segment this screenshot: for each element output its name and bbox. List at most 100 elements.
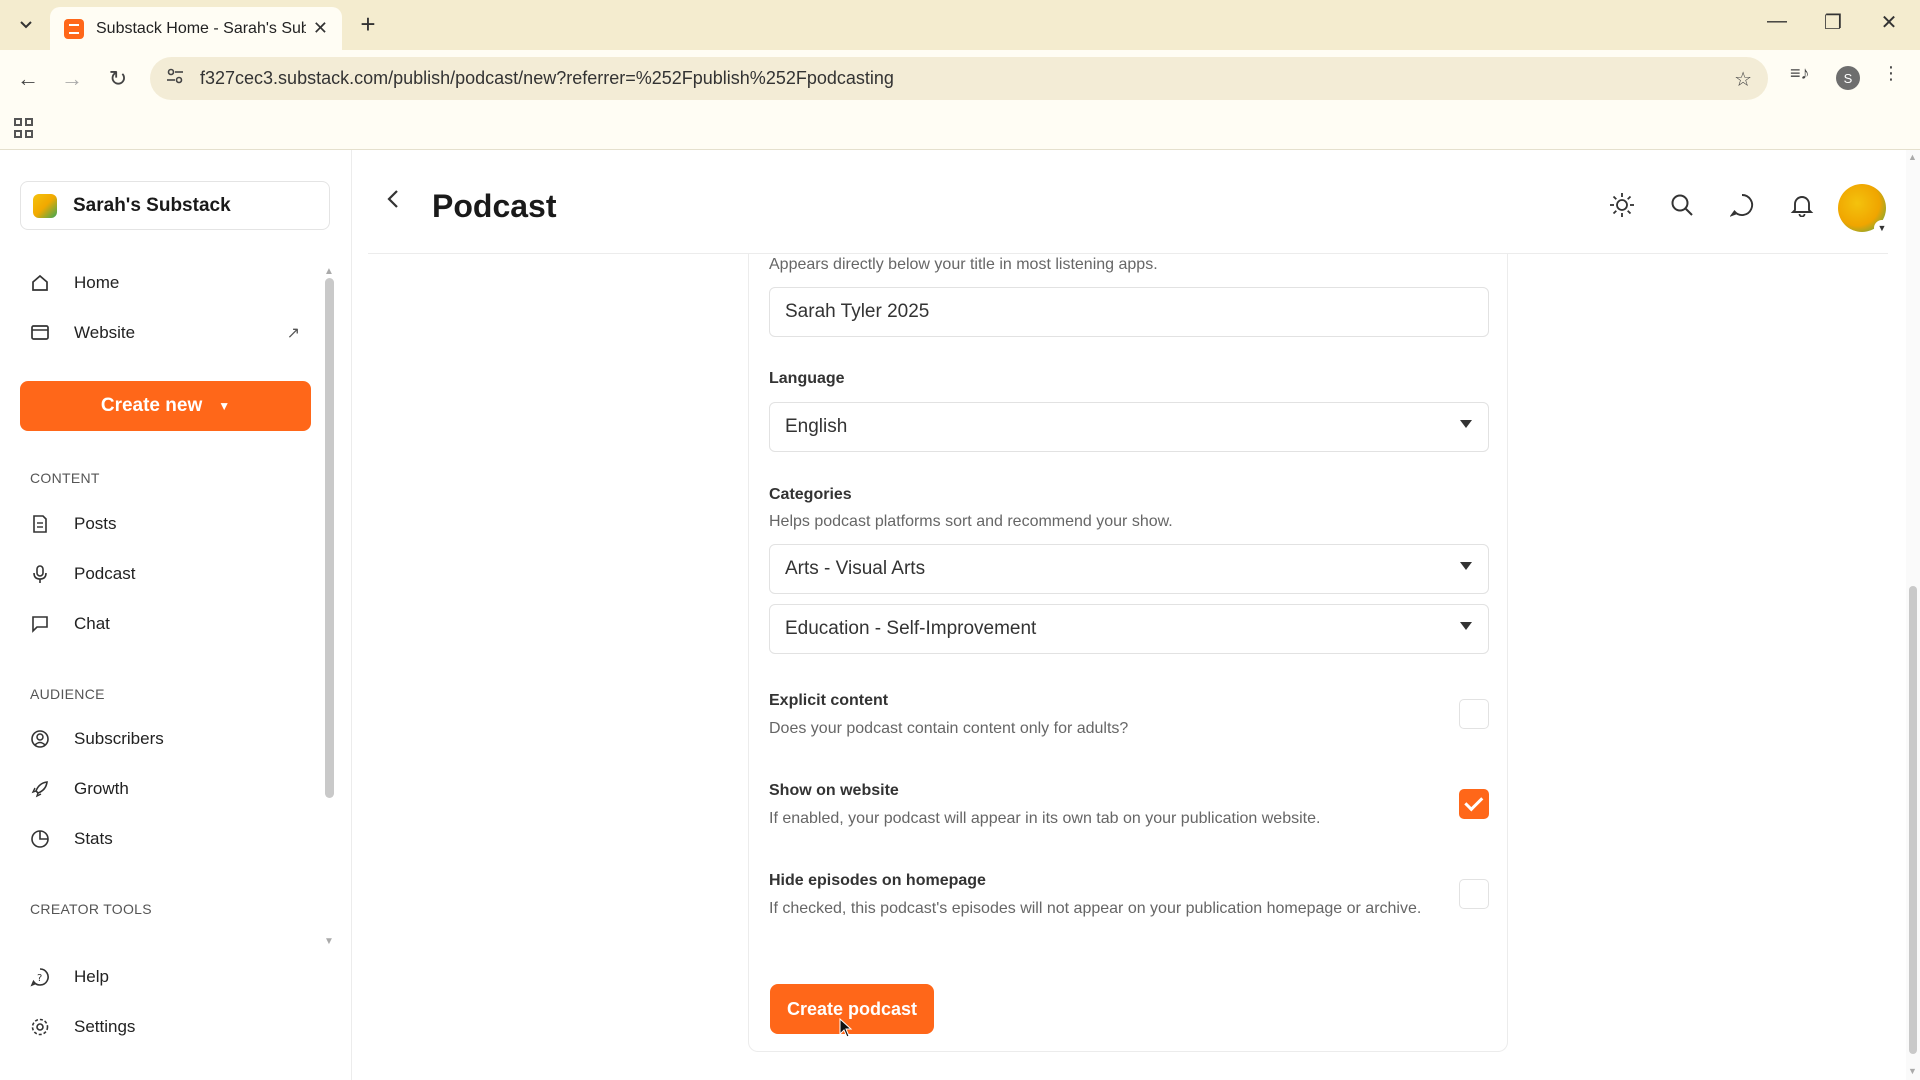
browser-menu-icon[interactable]: ⋮	[1882, 63, 1900, 84]
sidebar-item-label: Stats	[74, 829, 113, 848]
reload-icon[interactable]: ↻	[102, 63, 134, 95]
page-scrollbar[interactable]: ▲ ▼	[1906, 150, 1920, 1080]
bell-icon[interactable]	[1788, 191, 1816, 219]
podcast-form: Appears directly below your title in mos…	[748, 254, 1508, 1052]
explicit-content-label: Explicit content	[769, 692, 889, 709]
hide-episodes-checkbox[interactable]	[1459, 879, 1489, 909]
sidebar-item-settings[interactable]: Settings	[30, 1009, 300, 1045]
back-chevron-icon[interactable]	[386, 188, 400, 217]
page-title: Podcast	[432, 188, 557, 224]
sidebar-item-label: Help	[74, 967, 109, 986]
svg-text:?: ?	[37, 973, 42, 984]
browser-toolbar: ← → ↻ f327cec3.substack.com/publish/podc…	[0, 50, 1920, 108]
show-on-website-checkbox[interactable]	[1459, 789, 1489, 819]
media-control-icon[interactable]: ≡♪	[1790, 63, 1810, 84]
sidebar-item-help[interactable]: ? Help	[30, 959, 300, 995]
sidebar-item-stats[interactable]: Stats	[30, 821, 300, 857]
category-secondary-value: Education - Self-Improvement	[785, 618, 1037, 639]
subscribers-icon	[30, 729, 50, 749]
section-label-audience: AUDIENCE	[30, 686, 105, 702]
search-icon[interactable]	[1668, 191, 1696, 219]
create-podcast-label: Create podcast	[786, 998, 918, 1019]
language-label: Language	[769, 370, 845, 387]
sidebar-item-posts[interactable]: Posts	[30, 506, 300, 542]
category-secondary-select[interactable]: Education - Self-Improvement	[769, 604, 1489, 654]
publication-name: Sarah's Substack	[73, 194, 231, 216]
avatar-caret-icon[interactable]: ▼	[1874, 220, 1890, 236]
gear-icon	[30, 1017, 50, 1037]
forward-arrow-icon[interactable]: →	[56, 63, 88, 95]
chat-bubble-icon[interactable]	[1728, 191, 1756, 219]
tab-search-chevron-icon[interactable]	[12, 12, 40, 38]
sidebar-item-label: Podcast	[74, 564, 136, 583]
back-arrow-icon[interactable]: ←	[12, 63, 44, 95]
explicit-content-checkbox[interactable]	[1459, 699, 1489, 729]
create-new-button[interactable]: Create new ▼	[20, 381, 311, 431]
browser-tab[interactable]: Substack Home - Sarah's Substack ✕	[50, 7, 342, 50]
scroll-down-icon[interactable]: ▼	[324, 936, 334, 947]
sidebar-item-website[interactable]: Website ↗	[30, 315, 300, 351]
tab-title: Substack Home - Sarah's Substack	[96, 19, 306, 37]
dropdown-caret-icon	[1460, 562, 1472, 570]
tab-close-icon[interactable]: ✕	[313, 18, 328, 39]
language-select-value: English	[785, 416, 848, 437]
sidebar-item-podcast[interactable]: Podcast	[30, 556, 300, 592]
browser-profile-avatar[interactable]: S	[1836, 66, 1860, 90]
window-close-icon[interactable]: ✕	[1874, 10, 1904, 35]
sidebar-item-label: Subscribers	[74, 729, 164, 748]
publication-selector[interactable]: Sarah's Substack	[20, 181, 330, 230]
substack-favicon-icon	[64, 18, 84, 39]
dropdown-caret-icon	[1460, 622, 1472, 630]
dropdown-caret-icon	[1460, 420, 1472, 428]
caret-down-icon: ▼	[218, 399, 231, 413]
site-info-icon[interactable]	[166, 68, 184, 89]
external-link-icon: ↗	[286, 325, 300, 342]
category-primary-select[interactable]: Arts - Visual Arts	[769, 544, 1489, 594]
hide-episodes-label: Hide episodes on homepage	[769, 872, 986, 889]
section-label-creator-tools: CREATOR TOOLS	[30, 901, 152, 917]
mouse-cursor-icon	[839, 1018, 853, 1038]
minimize-icon[interactable]: —	[1762, 10, 1792, 33]
sidebar-item-home[interactable]: Home	[30, 265, 300, 301]
help-icon: ?	[30, 967, 50, 987]
sidebar-scroll-thumb[interactable]	[325, 278, 334, 798]
sidebar-item-chat[interactable]: Chat	[30, 606, 300, 642]
apps-grid-icon[interactable]	[14, 118, 34, 138]
create-new-label: Create new	[100, 395, 203, 416]
sidebar-item-subscribers[interactable]: Subscribers	[30, 721, 300, 757]
section-label-content: CONTENT	[30, 470, 100, 486]
new-tab-icon[interactable]: +	[352, 9, 384, 40]
scroll-up-icon[interactable]: ▲	[324, 266, 334, 277]
show-on-website-label: Show on website	[769, 782, 899, 799]
sidebar-item-label: Growth	[74, 779, 129, 798]
stats-icon	[30, 829, 50, 849]
author-input-value: Sarah Tyler 2025	[785, 301, 930, 322]
sidebar-scrollbar[interactable]: ▲ ▼	[324, 266, 334, 947]
hide-episodes-helper: If checked, this podcast's episodes will…	[769, 900, 1422, 917]
page-header: Podcast ▼	[368, 150, 1890, 254]
theme-sun-icon[interactable]	[1608, 191, 1636, 219]
page-scroll-thumb[interactable]	[1909, 586, 1917, 1054]
bookmarks-bar	[0, 108, 1920, 150]
sidebar-item-label: Settings	[74, 1017, 136, 1036]
scroll-down-icon[interactable]: ▼	[1908, 1066, 1917, 1076]
posts-icon	[30, 514, 50, 534]
url-text: f327cec3.substack.com/publish/podcast/ne…	[200, 68, 894, 88]
rocket-icon	[30, 779, 50, 799]
home-icon	[30, 273, 50, 293]
chat-icon	[30, 614, 50, 634]
language-select[interactable]: English	[769, 402, 1489, 452]
browser-tab-bar: Substack Home - Sarah's Substack ✕ + — ❐…	[0, 0, 1920, 50]
restore-icon[interactable]: ❐	[1818, 10, 1848, 35]
bookmark-star-icon[interactable]: ☆	[1734, 67, 1752, 92]
categories-label: Categories	[769, 486, 852, 503]
scroll-up-icon[interactable]: ▲	[1908, 152, 1917, 162]
sidebar-item-growth[interactable]: Growth	[30, 771, 300, 807]
author-input[interactable]: Sarah Tyler 2025	[769, 287, 1489, 337]
categories-helper-text: Helps podcast platforms sort and recomme…	[769, 513, 1173, 530]
category-primary-value: Arts - Visual Arts	[785, 558, 926, 579]
address-bar[interactable]: f327cec3.substack.com/publish/podcast/ne…	[150, 57, 1768, 100]
show-on-website-helper: If enabled, your podcast will appear in …	[769, 810, 1321, 827]
website-icon	[30, 323, 50, 343]
publication-logo	[33, 193, 57, 218]
